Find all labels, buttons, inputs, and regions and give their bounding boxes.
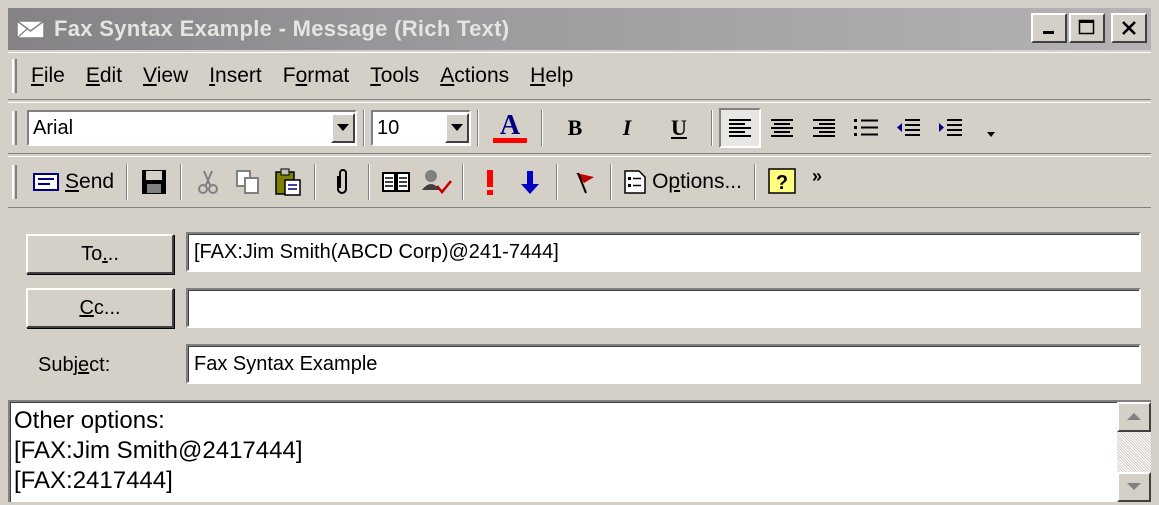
- envelope-icon: [16, 18, 46, 40]
- title-bar[interactable]: Fax Syntax Example - Message (Rich Text): [8, 8, 1151, 50]
- body-text[interactable]: Other options: [FAX:Jim Smith@2417444] […: [14, 406, 303, 496]
- copy-button[interactable]: [228, 162, 268, 202]
- message-body[interactable]: Other options: [FAX:Jim Smith@2417444] […: [8, 400, 1151, 502]
- toolbar-grip[interactable]: [12, 111, 17, 145]
- font-color-swatch: [493, 137, 527, 143]
- body-line: [FAX:Jim Smith@2417444]: [14, 437, 303, 464]
- toolbar-grip[interactable]: [12, 165, 17, 199]
- underline-button[interactable]: U: [653, 108, 705, 148]
- chevron-down-icon[interactable]: [445, 113, 469, 143]
- options-label: Options...: [652, 170, 742, 193]
- svg-text:?: ?: [776, 172, 788, 194]
- body-line: Other options:: [14, 407, 165, 434]
- menu-insert[interactable]: Insert: [205, 64, 266, 88]
- arrow-down-icon: [521, 171, 540, 194]
- menu-format[interactable]: Format: [279, 64, 354, 88]
- font-name-value: Arial: [33, 116, 74, 139]
- window-title: Fax Syntax Example - Message (Rich Text): [54, 16, 510, 41]
- message-header: To... [FAX:Jim Smith(ABCD Corp)@241-7444…: [8, 212, 1151, 402]
- font-size-select[interactable]: 10: [371, 110, 471, 146]
- exclamation-icon: [487, 170, 494, 195]
- floppy-disk-icon: [142, 170, 167, 194]
- bold-button[interactable]: B: [549, 108, 601, 148]
- importance-high-button[interactable]: [470, 162, 510, 202]
- maximize-button[interactable]: [1069, 13, 1105, 43]
- menu-edit[interactable]: Edit: [82, 64, 126, 88]
- font-color-icon: A: [499, 109, 521, 141]
- cc-button[interactable]: Cc...: [26, 288, 174, 328]
- chevron-down-icon: [987, 132, 995, 137]
- paste-button[interactable]: [268, 162, 308, 202]
- minimize-button[interactable]: [1031, 13, 1067, 43]
- scroll-up-icon: [1127, 413, 1141, 420]
- decrease-indent-icon: [897, 119, 920, 136]
- send-icon: [33, 173, 59, 191]
- vertical-scrollbar[interactable]: [1117, 402, 1151, 502]
- scissors-icon: [198, 170, 219, 194]
- copy-icon: [236, 170, 260, 194]
- bullets-icon: [854, 119, 878, 136]
- attach-file-button[interactable]: [322, 162, 362, 202]
- flag-icon: [576, 172, 595, 194]
- to-field[interactable]: [FAX:Jim Smith(ABCD Corp)@241-7444]: [186, 232, 1141, 272]
- send-label: Send: [65, 170, 115, 193]
- italic-button[interactable]: I: [601, 108, 653, 148]
- menu-tools[interactable]: Tools: [366, 64, 423, 88]
- close-button[interactable]: [1111, 13, 1147, 43]
- align-right-icon: [813, 119, 835, 137]
- toolbar-grip[interactable]: [12, 59, 17, 93]
- chevron-down-icon[interactable]: [331, 113, 355, 143]
- importance-low-button[interactable]: [510, 162, 550, 202]
- paste-icon: [275, 168, 301, 196]
- font-color-button[interactable]: A: [485, 108, 535, 148]
- increase-indent-icon: [939, 119, 962, 136]
- menu-help[interactable]: Help: [526, 64, 577, 88]
- bullets-button[interactable]: [845, 108, 887, 148]
- flag-button[interactable]: [564, 162, 604, 202]
- align-left-button[interactable]: [719, 108, 761, 148]
- minimize-icon: [1043, 31, 1054, 34]
- maximize-icon: [1078, 19, 1095, 35]
- help-button[interactable]: ?: [762, 162, 802, 202]
- align-center-icon: [771, 119, 793, 137]
- close-icon: [1122, 21, 1136, 35]
- address-book-icon: [382, 172, 411, 192]
- font-name-select[interactable]: Arial: [27, 110, 357, 146]
- scroll-down-icon: [1127, 483, 1141, 490]
- body-line: [FAX:2417444]: [14, 467, 173, 494]
- scroll-up-button[interactable]: [1117, 402, 1151, 432]
- align-right-button[interactable]: [803, 108, 845, 148]
- menu-actions[interactable]: Actions: [436, 64, 513, 88]
- toolbar-overflow-button[interactable]: [971, 108, 1011, 148]
- address-book-button[interactable]: [376, 162, 416, 202]
- cc-field[interactable]: [186, 288, 1141, 328]
- check-names-icon: [422, 170, 453, 194]
- to-button[interactable]: To...: [26, 234, 174, 274]
- increase-indent-button[interactable]: [929, 108, 971, 148]
- check-names-button[interactable]: [416, 162, 456, 202]
- menu-file[interactable]: File: [27, 64, 69, 88]
- align-left-icon: [729, 119, 751, 137]
- decrease-indent-button[interactable]: [887, 108, 929, 148]
- scroll-down-button[interactable]: [1117, 472, 1151, 502]
- subject-label: Subject:: [38, 354, 111, 376]
- to-button-label: To...: [81, 242, 119, 265]
- font-size-value: 10: [377, 116, 400, 139]
- send-button[interactable]: Send: [27, 170, 120, 194]
- align-center-button[interactable]: [761, 108, 803, 148]
- subject-field[interactable]: Fax Syntax Example: [186, 344, 1141, 384]
- help-icon: ?: [768, 168, 796, 194]
- menu-bar: File Edit View Insert Format Tools Actio…: [8, 52, 1151, 100]
- cc-button-label: Cc...: [79, 296, 121, 319]
- options-icon: [624, 170, 646, 194]
- standard-toolbar: Send Options... ? »: [8, 156, 1151, 208]
- options-button[interactable]: Options...: [618, 170, 748, 194]
- save-button[interactable]: [134, 162, 174, 202]
- cut-button[interactable]: [188, 162, 228, 202]
- formatting-toolbar: Arial 10 A B I U: [8, 102, 1151, 154]
- menu-view[interactable]: View: [139, 64, 192, 88]
- paperclip-icon: [337, 169, 348, 194]
- toolbar-more-button[interactable]: »: [802, 162, 832, 202]
